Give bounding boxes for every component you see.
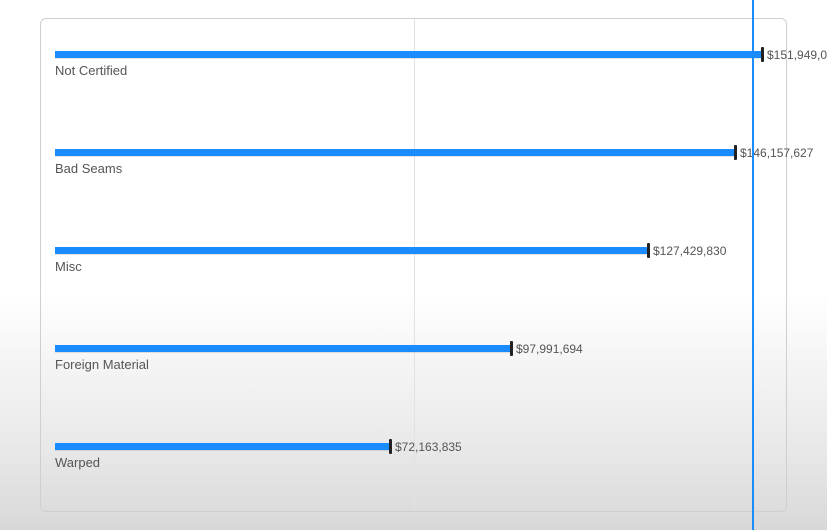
bar-misc[interactable] [55,247,649,254]
bar-not-certified[interactable] [55,51,763,58]
category-label: Bad Seams [55,161,122,176]
category-label: Misc [55,259,82,274]
value-label: $97,991,694 [516,342,583,356]
value-label: $127,429,830 [653,244,726,258]
bar-cap-icon [761,47,764,62]
bar-row: $146,157,627 Bad Seams [53,137,774,177]
bar-row: $97,991,694 Foreign Material [53,333,774,373]
bar-foreign-material[interactable] [55,345,512,352]
bar-cap-icon [510,341,513,356]
value-label: $151,949,006 [767,48,827,62]
bar-cap-icon [389,439,392,454]
value-label: $146,157,627 [740,146,813,160]
bar-row: $151,949,006 Not Certified [53,39,774,79]
bar-warped[interactable] [55,443,391,450]
category-label: Foreign Material [55,357,149,372]
chart-frame: $151,949,006 Not Certified $146,157,627 … [40,18,787,512]
bar-cap-icon [647,243,650,258]
bar-row: $127,429,830 Misc [53,235,774,275]
bar-row: $72,163,835 Warped [53,431,774,471]
value-label: $72,163,835 [395,440,462,454]
plot-area: $151,949,006 Not Certified $146,157,627 … [53,19,774,511]
bar-cap-icon [734,145,737,160]
category-label: Warped [55,455,100,470]
category-label: Not Certified [55,63,127,78]
reference-line [752,0,754,530]
bar-bad-seams[interactable] [55,149,736,156]
